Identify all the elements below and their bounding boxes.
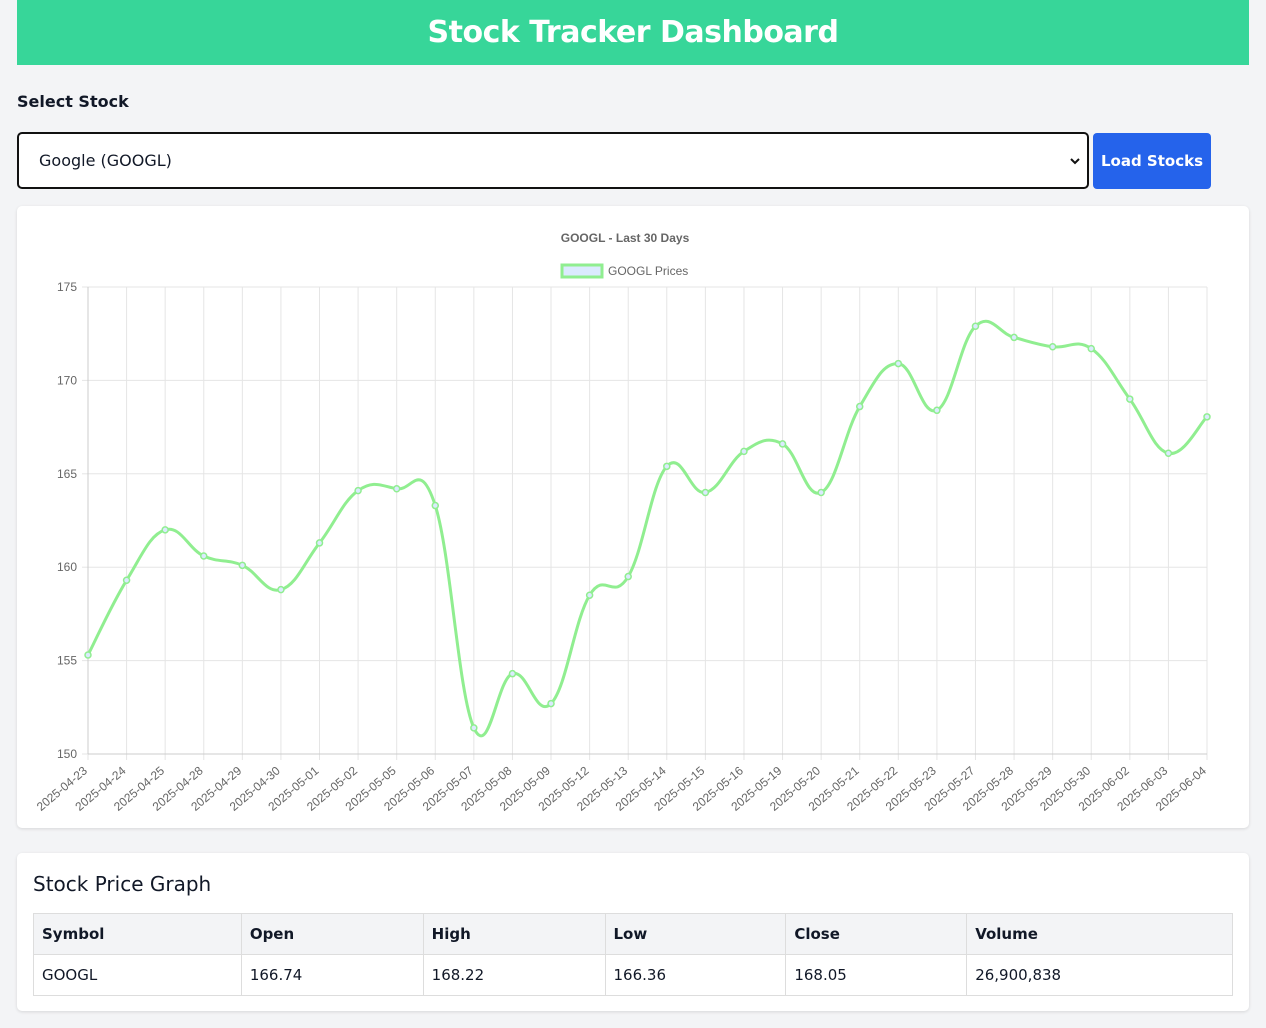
select-stock-label: Select Stock bbox=[17, 92, 129, 111]
y-tick-label: 160 bbox=[57, 560, 77, 574]
data-point bbox=[1126, 395, 1134, 403]
load-stocks-button[interactable]: Load Stocks bbox=[1093, 133, 1211, 189]
data-point bbox=[855, 402, 864, 411]
data-point bbox=[161, 526, 169, 534]
series-line-googl bbox=[86, 319, 1209, 738]
app-header: Stock Tracker Dashboard bbox=[17, 0, 1249, 65]
data-point bbox=[817, 488, 825, 497]
data-point bbox=[971, 322, 980, 330]
legend-swatch bbox=[560, 263, 604, 279]
data-point bbox=[933, 406, 941, 415]
page-title: Stock Tracker Dashboard bbox=[427, 15, 839, 50]
data-point bbox=[122, 576, 131, 585]
cell-volume: 26,900,838 bbox=[966, 954, 1233, 996]
data-point bbox=[200, 552, 208, 560]
data-point bbox=[1087, 344, 1095, 353]
data-point bbox=[431, 501, 440, 510]
data-point bbox=[354, 486, 362, 495]
col-header-low: Low bbox=[604, 913, 787, 955]
y-tick-label: 170 bbox=[57, 373, 77, 387]
y-tick-label: 165 bbox=[57, 467, 77, 481]
table-card: Stock Price Graph Symbol Open High Low C… bbox=[17, 853, 1249, 1011]
stock-select-value: Google (GOOGL) bbox=[39, 151, 172, 170]
table-row: GOOGL 166.74 168.22 166.36 168.05 26,900… bbox=[33, 954, 1233, 996]
col-header-close: Close bbox=[785, 913, 968, 955]
cell-high: 168.22 bbox=[422, 954, 606, 996]
cell-close: 168.05 bbox=[785, 954, 968, 996]
table-title: Stock Price Graph bbox=[33, 872, 212, 896]
cell-symbol: GOOGL bbox=[33, 954, 242, 996]
y-tick-label: 155 bbox=[57, 654, 77, 668]
legend-label: GOOGL Prices bbox=[608, 264, 688, 278]
price-chart: GOOGL - Last 30 Days GOOGL Prices 150 155 16… bbox=[34, 231, 1211, 814]
data-point bbox=[508, 669, 517, 678]
data-point bbox=[238, 561, 247, 570]
data-point bbox=[315, 539, 324, 547]
data-point bbox=[624, 572, 632, 581]
y-tick-label: 150 bbox=[57, 747, 77, 761]
data-point bbox=[84, 651, 92, 659]
chart-title: GOOGL - Last 30 Days bbox=[561, 231, 690, 245]
cell-low: 166.36 bbox=[604, 954, 787, 996]
col-header-symbol: Symbol bbox=[33, 913, 242, 955]
y-tick-label: 175 bbox=[57, 280, 77, 294]
cell-open: 166.74 bbox=[240, 954, 424, 996]
col-header-open: Open bbox=[240, 913, 424, 955]
data-point bbox=[585, 591, 594, 599]
chevron-down-icon bbox=[1069, 155, 1081, 167]
col-header-high: High bbox=[422, 913, 606, 955]
data-point bbox=[894, 359, 903, 368]
data-point bbox=[663, 462, 671, 471]
data-point bbox=[1048, 343, 1057, 351]
stock-select[interactable]: Google (GOOGL) bbox=[17, 132, 1089, 189]
data-point bbox=[740, 447, 748, 456]
data-point bbox=[1203, 413, 1211, 421]
data-point bbox=[1164, 449, 1173, 458]
col-header-volume: Volume bbox=[966, 913, 1233, 955]
data-point bbox=[778, 440, 787, 448]
data-point bbox=[1010, 333, 1018, 342]
data-point bbox=[547, 699, 555, 708]
data-point bbox=[277, 585, 285, 594]
data-point bbox=[392, 484, 401, 493]
table-header-row: Symbol Open High Low Close Volume bbox=[33, 913, 1233, 955]
chart-card: GOOGL - Last 30 Days GOOGL Prices 150 155 16… bbox=[17, 206, 1249, 828]
data-point bbox=[701, 488, 710, 497]
stock-table: Symbol Open High Low Close Volume GOOGL … bbox=[33, 913, 1233, 996]
data-point bbox=[470, 724, 478, 732]
